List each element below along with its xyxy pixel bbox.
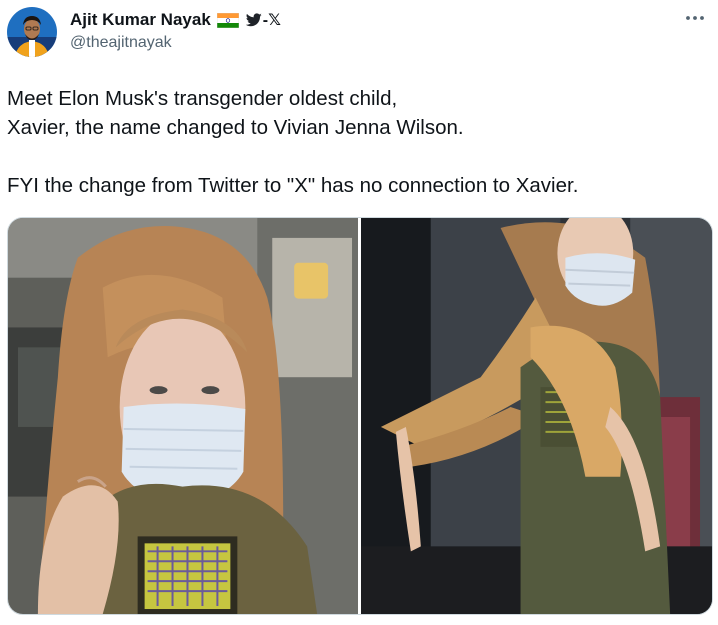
name-suffix: -𝕏 (262, 12, 281, 29)
name-row: Ajit Kumar Nayak -𝕏 (70, 9, 281, 31)
author-handle[interactable]: @theajitnayak (70, 34, 281, 52)
more-horizontal-icon (686, 16, 704, 20)
photo-2[interactable] (361, 218, 712, 614)
twitter-bird-icon (245, 13, 262, 27)
author-info: Ajit Kumar Nayak -𝕏 @theajitnayak (70, 9, 281, 52)
tweet-text: Meet Elon Musk's transgender oldest chil… (7, 87, 579, 197)
photo-1[interactable] (8, 218, 358, 614)
author-avatar[interactable] (7, 7, 57, 57)
tweet-card[interactable]: Ajit Kumar Nayak -𝕏 @theajitnayak Meet E… (0, 0, 718, 625)
media-grid (7, 217, 713, 615)
india-flag-icon (216, 12, 240, 28)
author-display-name[interactable]: Ajit Kumar Nayak (70, 10, 211, 30)
more-options-button[interactable] (682, 8, 708, 28)
